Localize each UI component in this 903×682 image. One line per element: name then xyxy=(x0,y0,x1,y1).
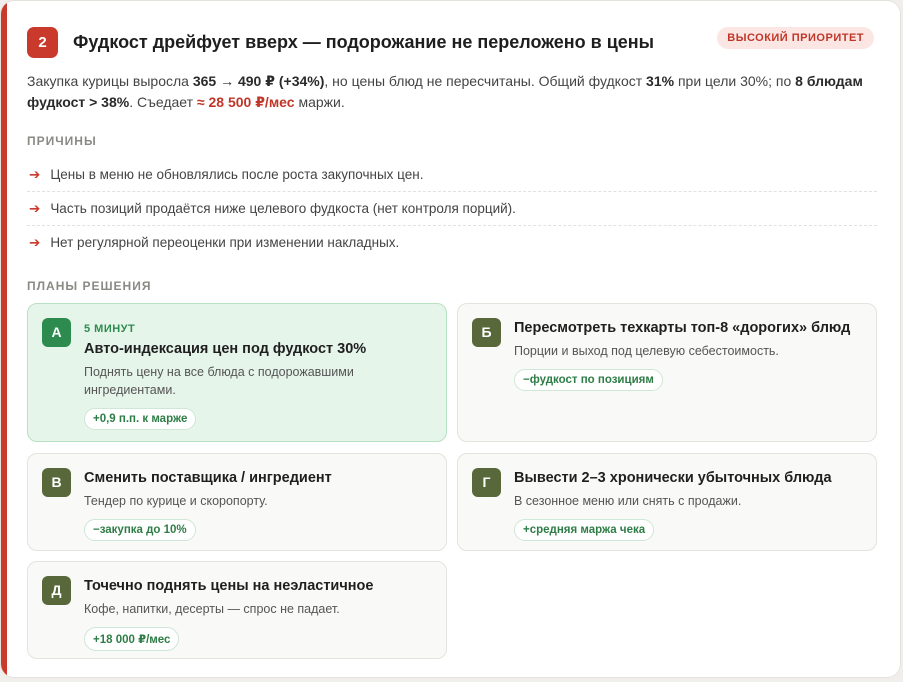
causes-section-label: ПРИЧИНЫ xyxy=(27,134,97,148)
plan-card-v[interactable]: В Сменить поставщика / ингредиент Тендер… xyxy=(27,453,447,551)
priority-accent-bar xyxy=(1,1,7,677)
plan-effect-pill: +0,9 п.п. к марже xyxy=(84,408,197,430)
plan-card-g[interactable]: Г Вывести 2–3 хронически убыточных блюда… xyxy=(457,453,877,551)
cause-text: Нет регулярной переоценки при изменении … xyxy=(50,235,400,250)
cause-item: ➔ Нет регулярной переоценки при изменении… xyxy=(27,226,877,259)
issue-summary: Закупка курицы выросла 365 → 490 ₽ (+34%… xyxy=(27,71,867,113)
arrow-right-icon: ➔ xyxy=(29,167,41,182)
plans-section-label: ПЛАНЫ РЕШЕНИЯ xyxy=(27,279,152,293)
summary-price-change: 365 → 490 ₽ (+34%) xyxy=(192,73,325,89)
summary-loss: ≈ 28 500 ₽/мес xyxy=(196,94,295,110)
plan-letter-badge: В xyxy=(42,468,71,497)
cause-text: Цены в меню не обновлялись после роста з… xyxy=(50,167,424,182)
issue-title: Фудкост дрейфует вверх — подорожание не … xyxy=(73,32,655,52)
plan-title: Пересмотреть техкарты топ-8 «дорогих» бл… xyxy=(514,320,851,336)
plan-letter-badge: Б xyxy=(472,318,501,347)
issue-number-badge: 2 xyxy=(27,27,58,58)
plan-letter-badge: Г xyxy=(472,468,501,497)
summary-text: , но цены блюд не пересчитаны. Общий фуд… xyxy=(324,73,647,89)
plan-card-d[interactable]: Д Точечно поднять цены на неэластичное К… xyxy=(27,561,447,659)
summary-text: Закупка курицы выросла xyxy=(27,73,193,89)
cause-item: ➔ Цены в меню не обновлялись после роста … xyxy=(27,158,877,192)
priority-badge: ВЫСОКИЙ ПРИОРИТЕТ xyxy=(717,27,874,49)
plan-description: В сезонное меню или снять с продажи. xyxy=(514,494,742,508)
summary-text: при цели 30%; по xyxy=(674,73,796,89)
plan-card-b[interactable]: Б Пересмотреть техкарты топ-8 «дорогих» … xyxy=(457,303,877,442)
plan-description: Тендер по курице и скоропорту. xyxy=(84,494,268,508)
plan-time-tag: 5 МИНУТ xyxy=(84,323,136,335)
summary-text: . Съедает xyxy=(129,94,197,110)
issue-header: 2 Фудкост дрейфует вверх — подорожание н… xyxy=(27,27,874,59)
plan-description: Порции и выход под целевую себестоимость… xyxy=(514,344,779,358)
summary-text: маржи. xyxy=(294,94,345,110)
cause-item: ➔ Часть позиций продаётся ниже целевого ф… xyxy=(27,192,877,226)
cause-text: Часть позиций продаётся ниже целевого фу… xyxy=(50,201,516,216)
plan-effect-pill: +средняя маржа чека xyxy=(514,519,655,541)
arrow-right-icon: ➔ xyxy=(29,235,41,250)
issue-card: 2 Фудкост дрейфует вверх — подорожание н… xyxy=(0,0,901,678)
plan-letter-badge: А xyxy=(42,318,71,347)
plan-title: Авто-индексация цен под фудкост 30% xyxy=(84,341,367,357)
arrow-right-icon: ➔ xyxy=(29,201,41,216)
plan-title: Сменить поставщика / ингредиент xyxy=(84,470,332,486)
plan-effect-pill: +18 000 ₽/мес xyxy=(84,627,180,651)
plan-effect-pill: −закупка до 10% xyxy=(84,519,196,541)
plan-card-a[interactable]: А 5 МИНУТ Авто-индексация цен под фудкос… xyxy=(27,303,447,442)
summary-foodcost: 31% xyxy=(646,73,675,89)
plan-title: Точечно поднять цены на неэластичное xyxy=(84,578,374,594)
plan-title: Вывести 2–3 хронически убыточных блюда xyxy=(514,470,832,486)
causes-list: ➔ Цены в меню не обновлялись после роста … xyxy=(27,158,877,259)
plan-description: Кофе, напитки, десерты — спрос не падает… xyxy=(84,602,340,616)
plan-effect-pill: −фудкост по позициям xyxy=(514,369,663,391)
plan-letter-badge: Д xyxy=(42,576,71,605)
plan-description: Поднять цену на все блюда с подорожавшим… xyxy=(84,365,354,397)
